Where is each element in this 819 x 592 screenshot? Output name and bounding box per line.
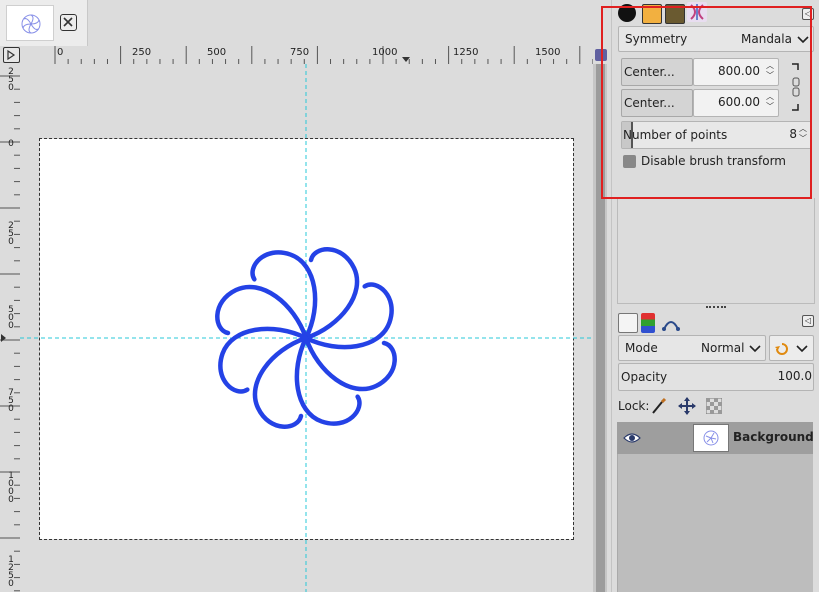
channels-tab-icon[interactable] bbox=[641, 313, 655, 333]
ruler-label: 1500 bbox=[535, 47, 561, 58]
image-tab[interactable] bbox=[0, 0, 88, 46]
ruler-label: 1000 bbox=[8, 471, 14, 505]
ruler-label: 750 bbox=[290, 47, 310, 58]
ruler-label: 1250 bbox=[453, 47, 479, 58]
ruler-label: 250 bbox=[8, 67, 14, 93]
dock-menu-icon[interactable]: ◁ bbox=[802, 8, 814, 20]
image-tab-thumbnail bbox=[6, 5, 54, 41]
opacity-label: Opacity bbox=[621, 370, 668, 384]
paths-tab-icon[interactable] bbox=[661, 313, 681, 333]
center-y-value: 600.00 bbox=[718, 95, 760, 109]
mode-value: Normal bbox=[701, 341, 745, 355]
center-y-input[interactable]: 600.00 ︿ ﹀ bbox=[693, 89, 779, 117]
opacity-value: 100.0 bbox=[777, 369, 812, 383]
center-y-label: Center... bbox=[624, 96, 675, 110]
layer-mode-select[interactable]: Mode Normal bbox=[618, 335, 766, 361]
ruler-label: 250 bbox=[132, 47, 152, 58]
spin-arrows-icon[interactable]: ︿ ﹀ bbox=[798, 124, 808, 144]
center-y-label-button[interactable]: Center... bbox=[621, 89, 693, 117]
chain-link-icon[interactable] bbox=[788, 62, 802, 114]
layer-row[interactable]: Background bbox=[617, 422, 814, 454]
lock-position-move-icon[interactable] bbox=[678, 397, 696, 415]
layer-name: Background bbox=[733, 430, 814, 444]
horizontal-ruler[interactable]: 0 250 500 750 1000 1250 1500 bbox=[20, 46, 593, 64]
center-x-label-button[interactable]: Center... bbox=[621, 58, 693, 86]
lock-alpha-checker-icon[interactable] bbox=[706, 398, 722, 414]
eye-visibility-icon[interactable] bbox=[623, 431, 641, 445]
number-of-points-label: Number of points bbox=[623, 128, 728, 142]
ruler-label: 1250 bbox=[8, 555, 14, 589]
spin-arrows-icon[interactable]: ︿ ﹀ bbox=[765, 61, 775, 81]
chevron-down-icon bbox=[749, 345, 761, 353]
symmetry-tab-icon[interactable] bbox=[687, 2, 707, 22]
ruler-label: 250 bbox=[8, 221, 14, 247]
mode-label: Mode bbox=[625, 341, 658, 355]
center-x-label: Center... bbox=[624, 65, 675, 79]
ruler-label: 750 bbox=[8, 388, 14, 414]
mandala-drawing bbox=[215, 247, 397, 429]
ruler-label: 0 bbox=[8, 139, 14, 149]
layers-tab-icon[interactable] bbox=[618, 313, 638, 333]
disable-brush-transform-checkbox[interactable] bbox=[623, 155, 636, 168]
symmetry-value: Mandala bbox=[741, 32, 792, 46]
composite-mode-select[interactable] bbox=[769, 335, 814, 361]
number-of-points-value: 8 bbox=[789, 127, 797, 141]
vertical-ruler[interactable]: 250 0 250 500 750 1000 1250 bbox=[0, 64, 20, 592]
close-tab-icon[interactable] bbox=[60, 14, 77, 31]
lock-pixels-brush-icon[interactable] bbox=[650, 397, 668, 415]
number-of-points-slider[interactable]: Number of points 8 ︿ ﹀ bbox=[621, 121, 812, 149]
ruler-label: 0 bbox=[57, 47, 64, 58]
ruler-label: 1000 bbox=[372, 47, 398, 58]
tool-options-panel bbox=[617, 198, 815, 304]
quick-mask-toggle[interactable] bbox=[3, 47, 20, 63]
spin-arrows-icon[interactable]: ︿ ﹀ bbox=[765, 92, 775, 112]
vertical-scrollbar-thumb[interactable] bbox=[596, 64, 605, 592]
canvas-area[interactable] bbox=[20, 64, 593, 592]
images-tab-icon[interactable] bbox=[665, 4, 685, 24]
composite-mode-icon bbox=[775, 343, 788, 355]
navigate-icon[interactable] bbox=[595, 49, 607, 61]
panel-resize-handle[interactable] bbox=[706, 306, 726, 309]
chevron-down-icon bbox=[797, 36, 809, 44]
center-x-input[interactable]: 800.00 ︿ ﹀ bbox=[693, 58, 779, 86]
disable-brush-transform-label: Disable brush transform bbox=[641, 154, 786, 168]
ruler-label: 500 bbox=[207, 47, 227, 58]
thumbnail-flower-icon bbox=[21, 14, 41, 34]
device-status-tab-icon[interactable] bbox=[642, 4, 662, 24]
lock-label: Lock: bbox=[618, 399, 650, 413]
symmetry-select[interactable]: Symmetry Mandala bbox=[618, 26, 814, 52]
layers-list[interactable] bbox=[617, 454, 813, 592]
chevron-down-icon bbox=[796, 345, 808, 353]
symmetry-label: Symmetry bbox=[625, 32, 688, 46]
dock-menu-icon[interactable]: ◁ bbox=[802, 315, 814, 327]
layer-thumbnail bbox=[693, 424, 729, 452]
ruler-label: 500 bbox=[8, 305, 14, 331]
opacity-slider[interactable]: Opacity 100.0 bbox=[618, 363, 814, 391]
center-x-value: 800.00 bbox=[718, 64, 760, 78]
tool-options-tab-icon[interactable] bbox=[618, 4, 636, 22]
image-tab-strip bbox=[0, 0, 600, 46]
